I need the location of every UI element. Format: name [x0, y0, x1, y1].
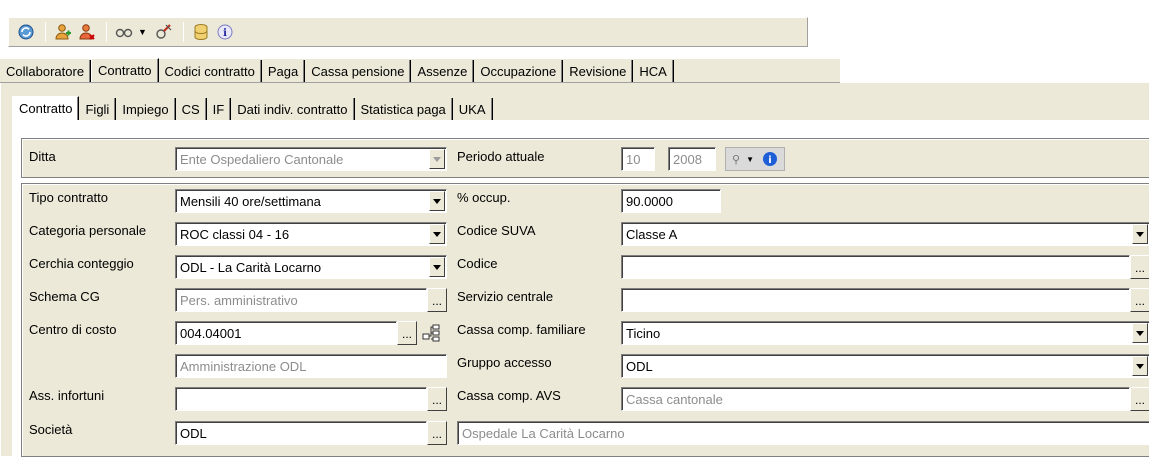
societa-label: Società [29, 422, 73, 437]
centro-field[interactable]: 004.04001 [175, 321, 397, 345]
occup-label: % occup. [457, 190, 511, 205]
ditta-value: Ente Ospedaliero Cantonale [180, 152, 344, 167]
avs-browse-button[interactable]: ... [1130, 387, 1149, 411]
subtab-impiego[interactable]: Impiego [116, 98, 176, 120]
chevron-down-icon[interactable] [429, 257, 445, 277]
toolbar-separator [45, 22, 46, 42]
societa-field[interactable]: ODL [175, 421, 427, 445]
toolbar-separator [182, 22, 184, 42]
cerchia-label: Cerchia conteggio [29, 256, 134, 271]
tools-icon[interactable] [153, 21, 175, 43]
chevron-down-icon[interactable] [1132, 224, 1148, 244]
schema-browse-button[interactable]: ... [427, 288, 447, 312]
subtab-contratto[interactable]: Contratto [12, 96, 80, 120]
suva-select[interactable]: Classe A [621, 222, 1149, 246]
tab-paga[interactable]: Paga [262, 60, 306, 82]
contract-panel: Ditta Ente Ospedaliero Cantonale Periodo… [12, 120, 1149, 457]
categoria-select[interactable]: ROC classi 04 - 16 [175, 222, 447, 246]
ditta-label: Ditta [29, 149, 56, 164]
tab-hca[interactable]: HCA [633, 60, 674, 82]
periodo-label: Periodo attuale [457, 149, 545, 164]
cerchia-value: ODL - La Carità Locarno [180, 260, 322, 275]
tipo-contratto-value: Mensili 40 ore/settimana [180, 194, 321, 209]
gruppo-value: ODL [626, 359, 653, 374]
tab-occupazione[interactable]: Occupazione [474, 60, 564, 82]
categoria-value: ROC classi 04 - 16 [180, 227, 290, 242]
subtab-statistica-paga[interactable]: Statistica paga [354, 98, 453, 120]
toolbar-separator [106, 22, 107, 42]
periodo-month-field[interactable]: 10 [621, 147, 655, 171]
schema-label: Schema CG [29, 289, 100, 304]
categoria-label: Categoria personale [29, 223, 147, 238]
cassa-fam-label: Cassa comp. familiare [457, 322, 586, 337]
tipo-contratto-select[interactable]: Mensili 40 ore/settimana [175, 189, 447, 213]
refresh-icon[interactable] [15, 21, 37, 43]
subtab-figli[interactable]: Figli [79, 98, 117, 120]
societa-browse-button[interactable]: ... [427, 421, 447, 445]
suva-value: Classe A [626, 227, 678, 242]
tab-cassa-pensione[interactable]: Cassa pensione [305, 60, 412, 82]
gruppo-label: Gruppo accesso [457, 355, 552, 370]
sub-tab-bar: Contratto Figli Impiego CS IF Dati indiv. con… [12, 96, 682, 120]
servizio-field[interactable] [621, 288, 1130, 312]
ass-label: Ass. infortuni [29, 388, 105, 403]
info-icon[interactable]: i [762, 151, 778, 167]
chevron-down-icon[interactable] [1132, 323, 1148, 343]
chevron-down-icon[interactable] [429, 191, 445, 211]
subtab-if[interactable]: IF [206, 98, 232, 120]
avs-label: Cassa comp. AVS [457, 388, 561, 403]
codice-browse-button[interactable]: ... [1130, 255, 1149, 279]
period-tools-button[interactable]: ⚲ ▼ i [725, 147, 785, 171]
cerchia-select[interactable]: ODL - La Carità Locarno [175, 255, 447, 279]
subtab-cs[interactable]: CS [175, 98, 207, 120]
eyeglasses-icon: ⚲ [732, 153, 741, 166]
centro-description: Amministrazione ODL [175, 354, 447, 378]
app-window: ▼ i Collaboratore Contratto Codici contrat… [0, 0, 1149, 457]
ass-field[interactable] [175, 387, 427, 411]
dropdown-arrow-icon: ▼ [746, 154, 754, 164]
servizio-label: Servizio centrale [457, 289, 554, 304]
tipo-contratto-label: Tipo contratto [29, 190, 109, 205]
tab-assenze[interactable]: Assenze [411, 60, 475, 82]
schema-field[interactable]: Pers. amministrativo [175, 288, 427, 312]
main-tab-bar: Collaboratore Contratto Codici contratto Pa… [0, 58, 840, 83]
ditta-select[interactable]: Ente Ospedaliero Cantonale [175, 147, 447, 171]
ass-browse-button[interactable]: ... [427, 387, 447, 411]
servizio-browse-button[interactable]: ... [1130, 288, 1149, 312]
view-icon[interactable] [113, 21, 135, 43]
database-icon[interactable] [190, 21, 212, 43]
add-person-icon[interactable] [52, 21, 74, 43]
subtab-dati-indiv-contratto[interactable]: Dati indiv. contratto [231, 98, 355, 120]
cassa-fam-value: Ticino [626, 326, 661, 341]
tab-collaboratore[interactable]: Collaboratore [0, 60, 92, 82]
chevron-down-icon[interactable] [1132, 356, 1148, 376]
dropdown-arrow-icon[interactable]: ▼ [138, 27, 147, 37]
chevron-down-icon[interactable] [429, 149, 445, 169]
svg-text:i: i [768, 155, 771, 166]
periodo-year-field[interactable]: 2008 [668, 147, 716, 171]
org-chart-icon[interactable] [419, 321, 443, 345]
codice-field[interactable] [621, 255, 1130, 279]
tab-codici-contratto[interactable]: Codici contratto [159, 60, 262, 82]
svg-text:i: i [223, 28, 227, 39]
centro-label: Centro di costo [29, 322, 117, 337]
info-icon[interactable]: i [214, 21, 236, 43]
tab-contratto[interactable]: Contratto [91, 58, 159, 82]
suva-label: Codice SUVA [457, 223, 536, 238]
chevron-down-icon[interactable] [429, 224, 445, 244]
gruppo-select[interactable]: ODL [621, 354, 1149, 378]
occup-field[interactable]: 90.0000 [621, 189, 721, 213]
subtab-uka[interactable]: UKA [452, 98, 493, 120]
centro-browse-button[interactable]: ... [397, 321, 417, 345]
societa-description: Ospedale La Carità Locarno [457, 421, 1149, 445]
codice-label: Codice [457, 256, 498, 271]
cassa-fam-select[interactable]: Ticino [621, 321, 1149, 345]
remove-person-icon[interactable] [76, 21, 98, 43]
toolbar: ▼ i [8, 17, 808, 47]
tab-revisione[interactable]: Revisione [563, 60, 634, 82]
avs-field[interactable]: Cassa cantonale [621, 387, 1130, 411]
